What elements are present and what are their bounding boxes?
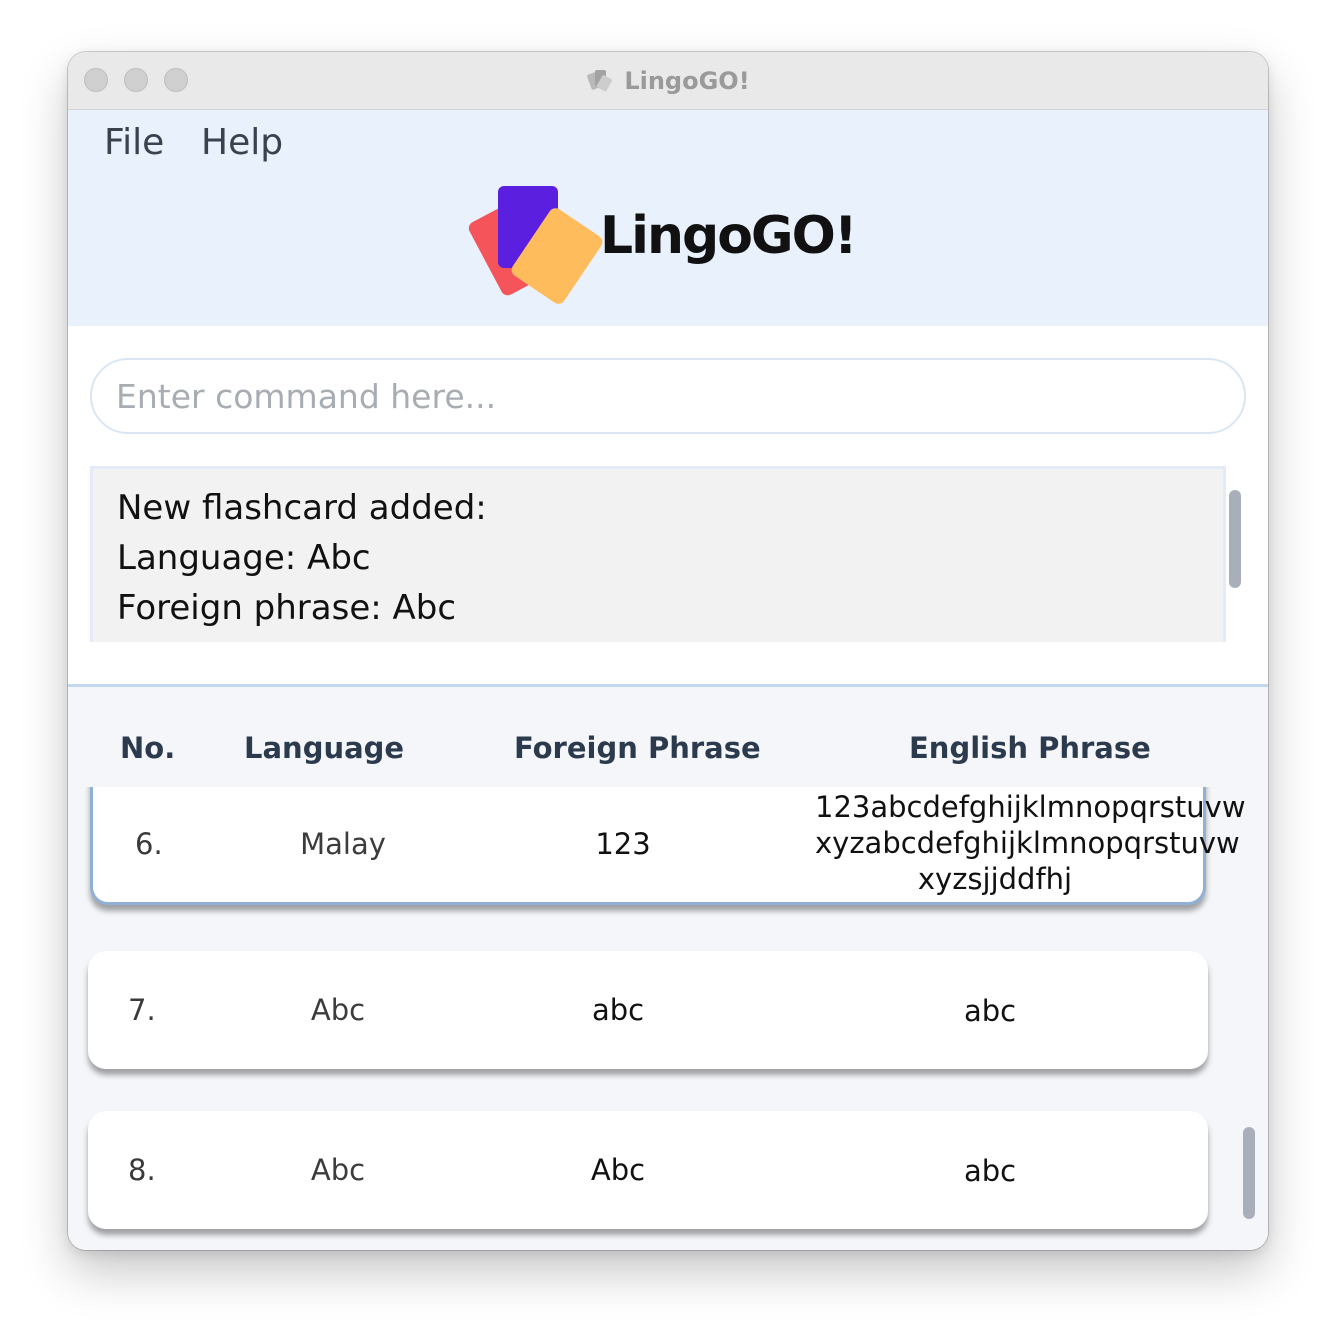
window-title: LingoGO!: [624, 66, 750, 95]
app-logo: LingoGO!: [468, 178, 888, 308]
app-header: File Help LingoGO!: [68, 110, 1268, 326]
row-language: Malay: [300, 827, 386, 861]
logo-cards-icon: [468, 186, 603, 304]
column-headers: No. Language Foreign Phrase English Phra…: [68, 687, 1268, 787]
row-english-phrase: abc: [963, 994, 1017, 1028]
result-line: New flashcard added:: [117, 488, 487, 528]
row-foreign-phrase: 123: [595, 827, 651, 861]
header-no: No.: [120, 731, 176, 765]
result-line: Language: Abc: [117, 538, 371, 578]
command-input[interactable]: [90, 358, 1246, 434]
flashcard-row[interactable]: 7. Abc abc abc: [88, 951, 1208, 1069]
command-area: New flashcard added: Language: Abc Forei…: [68, 326, 1268, 686]
app-icon: [586, 68, 616, 94]
result-line: English phrase: abc: [117, 633, 1223, 642]
header-language: Language: [244, 731, 405, 765]
list-scrollbar[interactable]: [1243, 1127, 1255, 1219]
menu-help[interactable]: Help: [201, 122, 283, 163]
row-number: 6.: [135, 827, 163, 861]
row-foreign-phrase: abc: [591, 993, 645, 1027]
row-number: 7.: [128, 993, 156, 1027]
flashcard-row[interactable]: 8. Abc Abc abc: [88, 1111, 1208, 1229]
result-scrollbar[interactable]: [1229, 490, 1241, 588]
menu-file[interactable]: File: [104, 122, 164, 163]
row-english-phrase: 123abcdefghijklmnopqrstuvw xyzabcdefghij…: [815, 790, 1246, 896]
result-line: Foreign phrase: Abc: [117, 588, 457, 628]
flashcard-list: No. Language Foreign Phrase English Phra…: [68, 687, 1268, 1250]
row-number: 8.: [128, 1153, 156, 1187]
header-english-phrase: English Phrase: [909, 731, 1151, 765]
row-language: Abc: [310, 1153, 366, 1187]
row-foreign-phrase: Abc: [590, 1153, 646, 1187]
title-bar[interactable]: LingoGO!: [68, 52, 1268, 110]
header-foreign-phrase: Foreign Phrase: [514, 731, 761, 765]
row-english-phrase: abc: [963, 1154, 1017, 1188]
app-window: LingoGO! File Help LingoGO! New flashcar…: [68, 52, 1268, 1250]
row-language: Abc: [310, 993, 366, 1027]
logo-wordmark: LingoGO!: [600, 206, 858, 266]
result-display: New flashcard added: Language: Abc Forei…: [90, 466, 1226, 642]
